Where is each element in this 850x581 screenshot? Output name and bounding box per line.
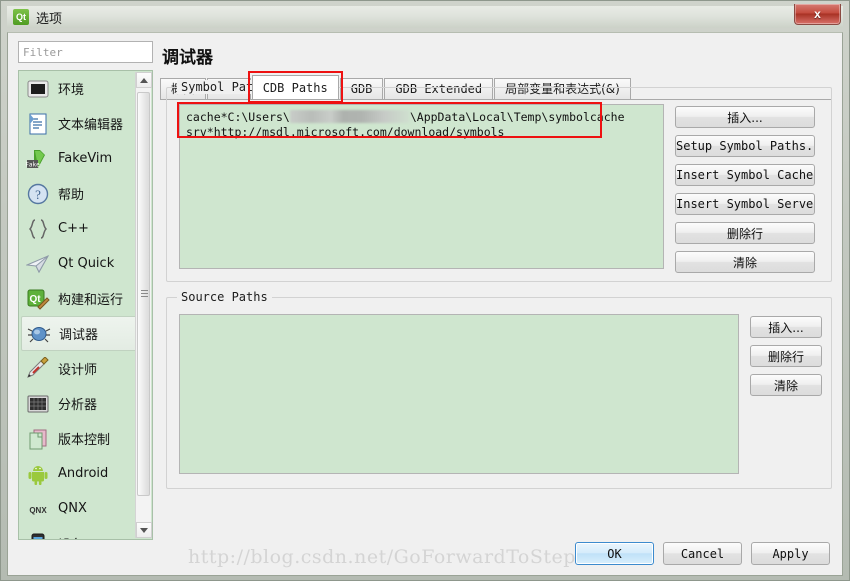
cancel-button[interactable]: Cancel: [663, 542, 742, 565]
qnx-icon: QNX: [26, 497, 50, 521]
sidebar-item-5[interactable]: Qt Quick: [19, 246, 152, 281]
designer-brush-icon: [26, 356, 50, 381]
sidebar-item-label: 分析器: [58, 398, 98, 413]
device-phone-icon: [26, 532, 50, 539]
qt-logo-icon: [13, 9, 29, 25]
sidebar-item-0[interactable]: 环境: [19, 71, 152, 106]
sidebar-item-label: 环境: [58, 83, 85, 98]
sidebar-item-label: 设备: [58, 534, 84, 539]
sidebar-item-11[interactable]: Android: [19, 456, 152, 491]
main-symbol_paths-buttons-button-3[interactable]: Insert Symbol Server...: [675, 193, 815, 215]
watermark: http://blog.csdn.net/GoForwardToStep: [188, 546, 576, 568]
svg-text:Fake: Fake: [26, 161, 40, 168]
sidebar-item-label: QNX: [58, 501, 87, 516]
android-icon: [26, 462, 50, 486]
main-pane: 调试器 概要CDBCDB PathsGDBGDB Extended局部变量和表达…: [160, 41, 832, 529]
svg-text:?: ?: [35, 187, 41, 202]
symbol-paths-textarea[interactable]: cache*C:\Users\ \AppData\Local\Temp\symbo…: [179, 104, 664, 269]
main-symbol_paths-buttons-button-1[interactable]: Setup Symbol Paths...: [675, 135, 815, 157]
sidebar-item-label: Android: [58, 466, 109, 481]
symbol-paths-buttons: 插入... Setup Symbol Paths... Insert Symbol …: [675, 106, 815, 280]
sidebar-item-label: 版本控制: [58, 433, 111, 448]
sidebar-item-1[interactable]: 文本编辑器: [19, 106, 152, 141]
sidebar-item-label: 调试器: [59, 328, 99, 343]
sidebar-item-label: FakeVim: [58, 151, 113, 166]
fakevim-icon: Fake: [26, 147, 50, 171]
monitor-icon: [26, 77, 50, 101]
version-control-icon: [26, 427, 50, 451]
sidebar-item-4[interactable]: C++: [19, 211, 152, 246]
sidebar: 环境文本编辑器 Fake FakeVim? 帮助 C++ Qt Quick Qt 构建和运行调…: [18, 41, 153, 540]
scrollbar-thumb[interactable]: [137, 92, 150, 496]
sidebar-item-2[interactable]: Fake FakeVim: [19, 141, 152, 176]
svg-text:QNX: QNX: [29, 506, 47, 515]
filter-input[interactable]: [18, 41, 153, 63]
scroll-up-arrow-icon[interactable]: [136, 72, 152, 88]
symbol-path-line1-suffix: \AppData\Local\Temp\symbolcache: [409, 110, 625, 124]
build-run-icon: Qt: [26, 287, 50, 311]
dialog-buttons: OK Cancel Apply: [575, 542, 830, 565]
sidebar-item-6[interactable]: Qt 构建和运行: [19, 281, 152, 316]
sidebar-item-label: 构建和运行: [58, 293, 124, 308]
dialog-client-area: 环境文本编辑器FakeFakeVim?帮助C++Qt QuickQt构建和运行调…: [7, 32, 843, 576]
symbol-path-line-2: srv*http://msdl.microsoft.com/download/s…: [186, 125, 505, 139]
main-source_paths-buttons-button-0[interactable]: 插入...: [750, 316, 822, 338]
main-symbol_paths-buttons-button-0[interactable]: 插入...: [675, 106, 815, 128]
sidebar-item-10[interactable]: 版本控制: [19, 421, 152, 456]
sidebar-item-3[interactable]: ? 帮助: [19, 176, 152, 211]
symbol-paths-group: Symbol Paths cache*C:\Users\ \AppData\Loc…: [166, 80, 832, 282]
scroll-down-arrow-icon[interactable]: [136, 522, 152, 538]
source-paths-group: Source Paths 插入... 删除行清除: [166, 290, 832, 489]
tab-2[interactable]: CDB Paths: [251, 75, 339, 99]
close-button[interactable]: x: [794, 4, 841, 25]
source-paths-buttons: 插入... 删除行清除: [750, 316, 822, 403]
sidebar-scrollbar[interactable]: [135, 72, 152, 538]
page-title: 调试器: [162, 48, 213, 68]
window-title: 选项: [36, 11, 63, 27]
sidebar-item-9[interactable]: 分析器: [19, 386, 152, 421]
ok-button[interactable]: OK: [575, 542, 654, 565]
sidebar-item-12[interactable]: QNX QNX: [19, 491, 152, 526]
close-icon: x: [814, 7, 821, 21]
sidebar-item-label: 设计师: [58, 363, 98, 378]
sidebar-item-label: 文本编辑器: [58, 118, 124, 133]
symbol-path-line1-prefix: cache*C:\Users\: [186, 110, 290, 124]
sidebar-item-label: C++: [58, 221, 89, 236]
redacted-username: [289, 110, 410, 123]
sidebar-item-label: 帮助: [58, 188, 85, 203]
sidebar-item-8[interactable]: 设计师: [19, 351, 152, 386]
analyzer-grid-icon: [26, 392, 50, 416]
text-editor-icon: [26, 112, 50, 136]
paper-plane-icon: [26, 252, 50, 276]
symbol-path-line-1: cache*C:\Users\ \AppData\Local\Temp\symbo…: [180, 110, 663, 125]
options-dialog-window: 选项 x 环境文本编辑器 Fake FakeVim? 帮助 C++ Qt Quick Qt 构…: [0, 0, 850, 581]
sidebar-item-13[interactable]: 设备: [19, 526, 152, 539]
apply-button[interactable]: Apply: [751, 542, 830, 565]
category-list[interactable]: 环境 文本编辑器 Fake FakeVim? 帮助 C++ Qt Quick Qt 构建和运行调…: [18, 70, 153, 540]
braces-icon: [26, 217, 50, 241]
sidebar-item-7[interactable]: 调试器: [21, 316, 149, 351]
bug-icon: [27, 322, 51, 346]
main-symbol_paths-buttons-button-2[interactable]: Insert Symbol Cache...: [675, 164, 815, 186]
main-symbol_paths-buttons-button-5[interactable]: 清除: [675, 251, 815, 273]
main-source_paths-buttons-button-2[interactable]: 清除: [750, 374, 822, 396]
main-source_paths-buttons-button-1[interactable]: 删除行: [750, 345, 822, 367]
source-paths-title: Source Paths: [177, 290, 272, 304]
help-question-icon: ?: [26, 182, 50, 206]
svg-text:Qt: Qt: [29, 294, 41, 305]
main-symbol_paths-buttons-button-4[interactable]: 删除行: [675, 222, 815, 244]
sidebar-item-label: Qt Quick: [58, 256, 115, 271]
source-paths-textarea[interactable]: [179, 314, 739, 474]
category-items: 环境 文本编辑器 Fake FakeVim? 帮助 C++ Qt Quick Qt 构建和运行调…: [19, 71, 152, 539]
title-bar: 选项 x: [7, 4, 843, 28]
